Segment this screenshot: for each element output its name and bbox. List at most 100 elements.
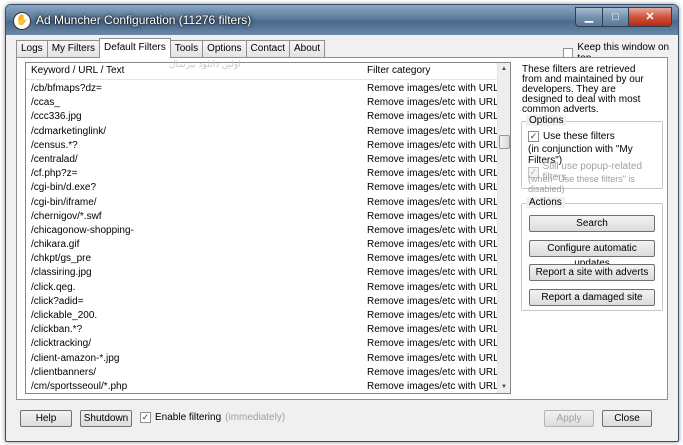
filter-category: Remove images/etc with URL [367, 111, 499, 123]
table-row[interactable]: /ccas_ Remove images/etc with URL [26, 96, 499, 110]
table-row[interactable]: /cdmarketinglink/Remove images/etc with … [26, 125, 499, 139]
help-button[interactable]: Help [20, 410, 72, 427]
filter-category: Remove images/etc with URL [367, 210, 499, 222]
options-group-title: Options [526, 115, 567, 126]
table-row[interactable]: /census.*? Remove images/etc with URL [26, 139, 499, 153]
filter-keyword: /cb/bfmaps?dz= [31, 83, 102, 94]
tab-options[interactable]: Options [202, 40, 247, 57]
title-bar[interactable]: ✋ Ad Muncher Configuration (11276 filter… [6, 5, 678, 35]
tab-about[interactable]: About [289, 40, 326, 57]
filter-category: Remove images/etc with URL [367, 182, 499, 194]
tab-tools[interactable]: Tools [169, 40, 204, 57]
column-header-category[interactable]: Filter category [367, 65, 430, 76]
table-row[interactable]: /chkpt/gs_pre Remove images/etc with URL [26, 252, 499, 266]
search-button[interactable]: Search [529, 215, 655, 232]
table-row[interactable]: /cf.php?z= Remove images/etc with URL [26, 167, 499, 181]
filter-keyword: /census.*? [31, 139, 78, 151]
table-row[interactable]: /cm/sportsseoul/*.php Remove images/etc w… [26, 380, 499, 393]
report-damaged-button[interactable]: Report a damaged site [529, 289, 655, 306]
filter-category: Remove images/etc with URL [367, 352, 499, 364]
filter-category: Remove images/etc with URL [367, 267, 499, 279]
filter-category: Remove images/etc with URL [367, 380, 499, 392]
table-row[interactable]: /clientbanners/Remove images/etc with UR… [26, 366, 499, 380]
window-title: Ad Muncher Configuration (11276 filters) [36, 13, 252, 27]
close-button[interactable]: Close [602, 410, 652, 427]
enable-filtering-option[interactable]: ✓ Enable filtering (immediately) [140, 412, 285, 423]
filter-category: Remove images/etc with URL [367, 139, 499, 151]
minimize-button[interactable]: ▁ [575, 7, 603, 27]
shutdown-button[interactable]: Shutdown [80, 410, 132, 427]
configure-updates-button[interactable]: Configure automatic updates [529, 240, 655, 269]
bottom-bar: Help Shutdown ✓ Enable filtering (immedi… [6, 405, 678, 429]
vertical-scrollbar[interactable]: ▲ ▼ [497, 63, 510, 393]
enable-filtering-checkbox[interactable]: ✓ [140, 412, 151, 423]
app-icon[interactable]: ✋ [13, 12, 31, 30]
tab-logs[interactable]: Logs [16, 40, 48, 57]
config-window: ✋ Ad Muncher Configuration (11276 filter… [5, 4, 679, 442]
filter-category: Remove images/etc with URL [367, 253, 499, 265]
tab-contact[interactable]: Contact [245, 40, 291, 57]
filter-category: Remove images/etc with URL [367, 338, 499, 350]
filter-keyword: /centralad/ [31, 153, 78, 165]
filter-category: Remove images/etc with URL [367, 83, 499, 94]
popup-filters-sub: (when "Use these filters" is disabled) [528, 174, 635, 194]
filter-keyword: /cgi-bin/d.exe? [31, 182, 97, 194]
filter-category: Remove images/etc with URL [367, 239, 499, 251]
scroll-down-icon[interactable]: ▼ [498, 381, 510, 393]
table-row[interactable]: /classiring.jpg Remove images/etc with UR… [26, 266, 499, 280]
actions-group: Actions Search Configure automatic updat… [521, 197, 663, 311]
use-filters-option[interactable]: ✓ Use these filters [528, 131, 615, 142]
filter-category: Remove images/etc with URL [367, 196, 499, 208]
filter-keyword: /ccas_ [31, 97, 60, 109]
window-controls: ▁ □ ✕ [575, 7, 672, 27]
filter-category: Remove images/etc with URL [367, 224, 499, 236]
filter-keyword: /classiring.jpg [31, 267, 92, 279]
tab-default-filters[interactable]: Default Filters [99, 38, 171, 58]
filter-keyword: /cm/sportsseoul/*.php [31, 380, 128, 392]
scroll-thumb[interactable] [499, 135, 510, 149]
filter-keyword: /ccc336.jpg [31, 111, 82, 123]
filter-category: Remove images/etc with URL [367, 153, 499, 165]
actions-group-title: Actions [526, 197, 565, 208]
apply-button: Apply [544, 410, 594, 427]
filter-keyword: /clickable_200. [31, 310, 98, 321]
table-row[interactable]: /clicktracking/Remove images/etc with UR… [26, 337, 499, 351]
filter-keyword: /chernigov/*.swf [31, 210, 102, 222]
table-row[interactable]: /chernigov/*.swf Remove images/etc with U… [26, 210, 499, 224]
maximize-button[interactable]: □ [603, 7, 629, 27]
table-row[interactable]: /chikara.gif Remove images/etc with URL [26, 238, 499, 252]
filter-category: Remove images/etc with URL [367, 310, 499, 321]
column-header-keyword[interactable]: Keyword / URL / Text [31, 65, 124, 76]
filter-keyword: /clicktracking/ [31, 338, 92, 350]
table-row[interactable]: /cb/bfmaps?dz= Remove images/etc with URL [26, 82, 499, 96]
close-window-button[interactable]: ✕ [629, 7, 672, 27]
table-row[interactable]: /client-amazon-*.jpg Remove images/etc wi… [26, 352, 499, 366]
tab-strip: Logs My Filters Default Filters Tools Op… [16, 38, 326, 58]
table-row[interactable]: /cgi-bin/d.exe? Remove images/etc with UR… [26, 181, 499, 195]
filter-category: Remove images/etc with URL [367, 295, 499, 307]
use-filters-checkbox[interactable]: ✓ [528, 131, 539, 142]
watermark-text: اولین دانلود بیرسال [169, 59, 241, 69]
filter-list[interactable]: Keyword / URL / Text Filter category /cb… [25, 62, 511, 394]
tab-my-filters[interactable]: My Filters [46, 40, 101, 57]
filter-keyword: /cf.php?z= [31, 168, 78, 180]
filter-keyword: /clickban.*? [31, 324, 83, 336]
filter-category: Remove images/etc with URL [367, 366, 499, 378]
report-adverts-button[interactable]: Report a site with adverts [529, 264, 655, 281]
filter-category: Remove images/etc with URL [367, 125, 499, 137]
table-row[interactable]: /chicagonow-shopping- Remove images/etc w… [26, 224, 499, 238]
table-row[interactable]: /click.qeg. Remove images/etc with URL [26, 281, 499, 295]
table-row[interactable]: /centralad/Remove images/etc with URL [26, 153, 499, 167]
filter-rows: /cb/bfmaps?dz= Remove images/etc with URL… [26, 82, 499, 393]
table-row[interactable]: /click?adid= Remove images/etc with URL [26, 295, 499, 309]
table-row[interactable]: /cgi-bin/iframe/Remove images/etc with U… [26, 196, 499, 210]
filter-keyword: /chicagonow-shopping- [31, 224, 134, 236]
filter-category: Remove images/etc with URL [367, 281, 499, 293]
table-row[interactable]: /clickable_200. Remove images/etc with UR… [26, 309, 499, 323]
table-row[interactable]: /clickban.*? Remove images/etc with URL [26, 323, 499, 337]
enable-filtering-hint: (immediately) [225, 412, 286, 423]
table-row[interactable]: /ccc336.jpg Remove images/etc with URL [26, 110, 499, 124]
scroll-up-icon[interactable]: ▲ [498, 63, 510, 75]
filter-keyword: /cgi-bin/iframe/ [31, 196, 97, 208]
filter-keyword: /client-amazon-*.jpg [31, 352, 120, 364]
